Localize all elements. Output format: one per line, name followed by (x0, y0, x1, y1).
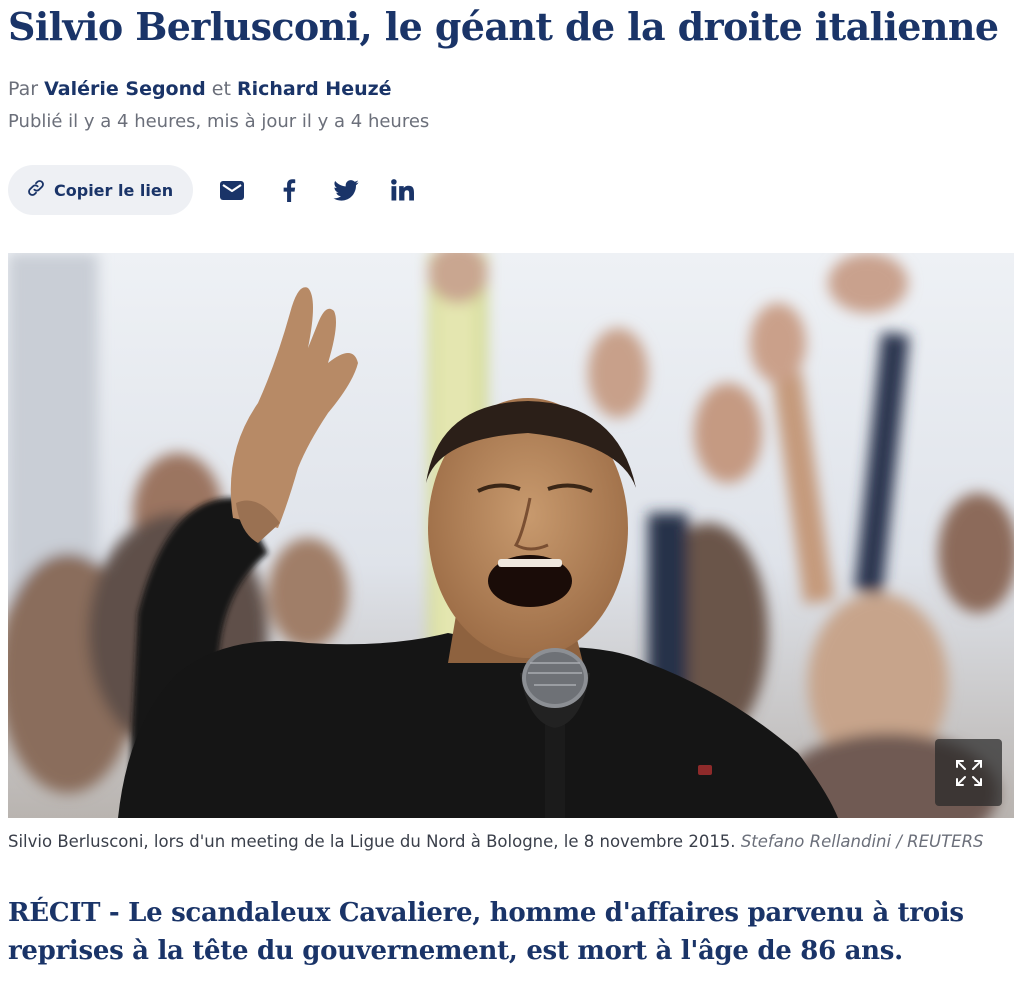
article-photo[interactable] (8, 253, 1014, 818)
copy-link-button[interactable]: Copier le lien (8, 165, 194, 215)
caption-text: Silvio Berlusconi, lors d'un meeting de … (8, 832, 736, 851)
twitter-icon[interactable] (329, 174, 362, 207)
link-icon (26, 178, 46, 202)
share-bar: Copier le lien (8, 165, 419, 215)
photo-credit: Stefano Rellandini / REUTERS (740, 832, 984, 851)
expand-icon (954, 758, 984, 788)
author-link-2[interactable]: Richard Heuzé (237, 78, 392, 100)
copy-link-label: Copier le lien (54, 180, 174, 200)
byline-prefix: Par (8, 78, 39, 100)
article-title: Silvio Berlusconi, le géant de la droite… (8, 4, 999, 49)
byline: Par Valérie Segond et Richard Heuzé (8, 78, 392, 100)
article-lead: RÉCIT - Le scandaleux Cavaliere, homme d… (8, 898, 964, 966)
expand-photo-button[interactable] (935, 739, 1002, 806)
publish-dates: Publié il y a 4 heures, mis à jour il y … (8, 111, 430, 132)
photo-caption: Silvio Berlusconi, lors d'un meeting de … (8, 832, 984, 851)
byline-connector: et (211, 78, 231, 100)
author-link-1[interactable]: Valérie Segond (44, 78, 206, 100)
facebook-icon[interactable] (272, 174, 305, 207)
mail-icon[interactable] (215, 174, 248, 207)
linkedin-icon[interactable] (386, 174, 419, 207)
photo-image (8, 253, 1014, 818)
